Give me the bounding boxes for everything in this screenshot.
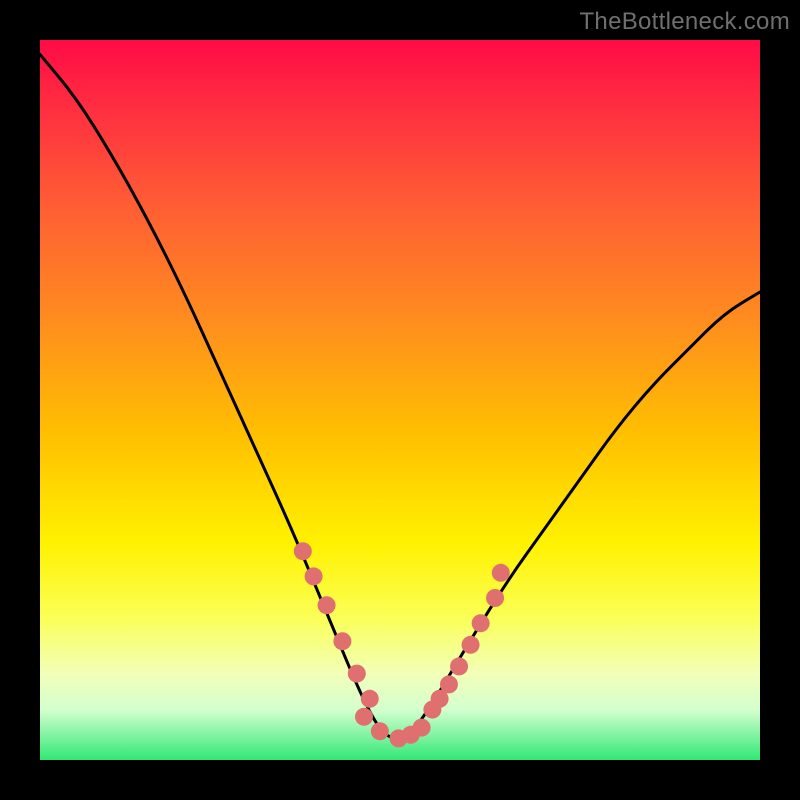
sample-point (472, 614, 490, 632)
sample-point (355, 708, 373, 726)
sample-point (294, 542, 312, 560)
chart-canvas: TheBottleneck.com (0, 0, 800, 800)
sample-point (450, 657, 468, 675)
chart-content (40, 54, 760, 747)
sample-point (305, 567, 323, 585)
sample-point (361, 690, 379, 708)
sample-point (413, 719, 431, 737)
sample-point (333, 632, 351, 650)
sample-point (492, 564, 510, 582)
sample-point (371, 722, 389, 740)
sample-point (486, 589, 504, 607)
plot-area (40, 40, 760, 760)
chart-svg (40, 40, 760, 760)
bottleneck-curve (40, 54, 760, 738)
watermark-label: TheBottleneck.com (579, 8, 790, 36)
sample-point (440, 675, 458, 693)
sample-point (318, 596, 336, 614)
sample-point (462, 636, 480, 654)
sample-point (348, 665, 366, 683)
